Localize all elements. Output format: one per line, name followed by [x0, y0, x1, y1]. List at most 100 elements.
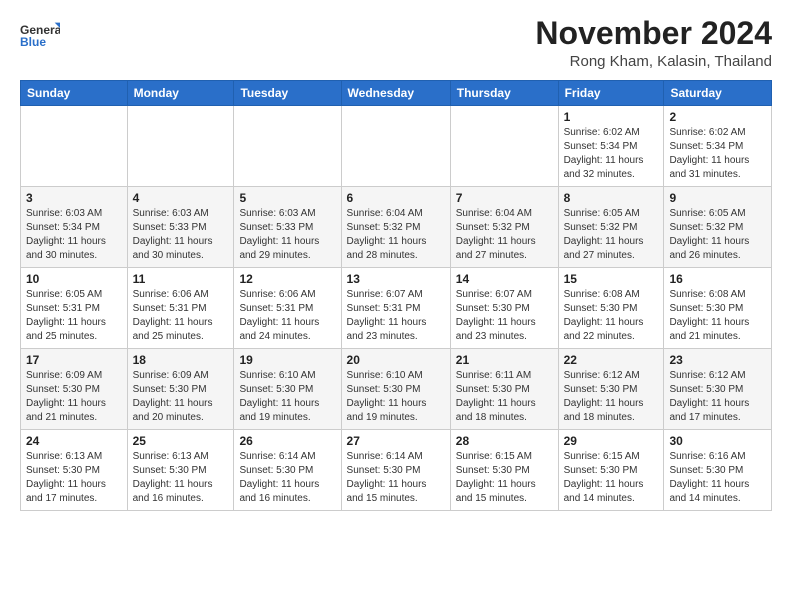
day-info: Sunrise: 6:11 AM Sunset: 5:30 PM Dayligh…	[456, 369, 553, 425]
header: General Blue November 2024 Rong Kham, Ka…	[20, 16, 772, 70]
day-info: Sunrise: 6:09 AM Sunset: 5:30 PM Dayligh…	[133, 369, 229, 425]
calendar-cell: 15 Sunrise: 6:08 AM Sunset: 5:30 PM Dayli…	[558, 268, 664, 349]
day-number: 2	[669, 110, 766, 124]
calendar-cell: 4Sunrise: 6:03 AM Sunset: 5:33 PM Daylig…	[127, 187, 234, 268]
day-number: 1	[564, 110, 659, 124]
day-number: 10	[26, 272, 122, 286]
day-number: 7	[456, 191, 553, 205]
calendar-cell: 9 Sunrise: 6:05 AM Sunset: 5:32 PM Daylig…	[664, 187, 772, 268]
day-info: Sunrise: 6:15 AM Sunset: 5:30 PM Dayligh…	[564, 450, 659, 506]
calendar-cell: 17 Sunrise: 6:09 AM Sunset: 5:30 PM Dayli…	[21, 349, 128, 430]
day-info: Sunrise: 6:04 AM Sunset: 5:32 PM Dayligh…	[347, 207, 445, 263]
day-info: Sunrise: 6:05 AM Sunset: 5:32 PM Dayligh…	[564, 207, 659, 263]
day-info: Sunrise: 6:14 AM Sunset: 5:30 PM Dayligh…	[239, 450, 335, 506]
week-row-4: 17 Sunrise: 6:09 AM Sunset: 5:30 PM Dayli…	[21, 349, 772, 430]
day-number: 18	[133, 353, 229, 367]
title-block: November 2024 Rong Kham, Kalasin, Thaila…	[535, 16, 772, 70]
calendar-cell: 22 Sunrise: 6:12 AM Sunset: 5:30 PM Dayli…	[558, 349, 664, 430]
weekday-wednesday: Wednesday	[341, 81, 450, 106]
logo: General Blue	[20, 16, 66, 61]
calendar-cell: 19Sunrise: 6:10 AM Sunset: 5:30 PM Dayli…	[234, 349, 341, 430]
day-info: Sunrise: 6:12 AM Sunset: 5:30 PM Dayligh…	[564, 369, 659, 425]
day-number: 30	[669, 434, 766, 448]
svg-text:Blue: Blue	[20, 35, 46, 49]
day-info: Sunrise: 6:05 AM Sunset: 5:31 PM Dayligh…	[26, 288, 122, 344]
calendar-cell: 6 Sunrise: 6:04 AM Sunset: 5:32 PM Daylig…	[341, 187, 450, 268]
month-title: November 2024	[535, 16, 772, 51]
weekday-thursday: Thursday	[450, 81, 558, 106]
day-number: 9	[669, 191, 766, 205]
calendar-cell: 23 Sunrise: 6:12 AM Sunset: 5:30 PM Dayli…	[664, 349, 772, 430]
calendar-cell: 26 Sunrise: 6:14 AM Sunset: 5:30 PM Dayli…	[234, 430, 341, 511]
weekday-tuesday: Tuesday	[234, 81, 341, 106]
day-number: 19	[239, 353, 335, 367]
day-number: 26	[239, 434, 335, 448]
calendar-cell: 16Sunrise: 6:08 AM Sunset: 5:30 PM Dayli…	[664, 268, 772, 349]
day-info: Sunrise: 6:16 AM Sunset: 5:30 PM Dayligh…	[669, 450, 766, 506]
day-info: Sunrise: 6:08 AM Sunset: 5:30 PM Dayligh…	[564, 288, 659, 344]
day-info: Sunrise: 6:02 AM Sunset: 5:34 PM Dayligh…	[564, 126, 659, 182]
day-number: 24	[26, 434, 122, 448]
day-number: 27	[347, 434, 445, 448]
calendar-cell: 18 Sunrise: 6:09 AM Sunset: 5:30 PM Dayli…	[127, 349, 234, 430]
calendar-cell	[127, 106, 234, 187]
day-number: 23	[669, 353, 766, 367]
day-number: 4	[133, 191, 229, 205]
day-number: 13	[347, 272, 445, 286]
day-info: Sunrise: 6:06 AM Sunset: 5:31 PM Dayligh…	[133, 288, 229, 344]
calendar-cell: 2 Sunrise: 6:02 AM Sunset: 5:34 PM Daylig…	[664, 106, 772, 187]
calendar-cell	[450, 106, 558, 187]
calendar-header: SundayMondayTuesdayWednesdayThursdayFrid…	[21, 81, 772, 106]
day-number: 14	[456, 272, 553, 286]
weekday-saturday: Saturday	[664, 81, 772, 106]
calendar-cell: 27 Sunrise: 6:14 AM Sunset: 5:30 PM Dayli…	[341, 430, 450, 511]
day-info: Sunrise: 6:07 AM Sunset: 5:30 PM Dayligh…	[456, 288, 553, 344]
weekday-header-row: SundayMondayTuesdayWednesdayThursdayFrid…	[21, 81, 772, 106]
day-info: Sunrise: 6:09 AM Sunset: 5:30 PM Dayligh…	[26, 369, 122, 425]
day-info: Sunrise: 6:10 AM Sunset: 5:30 PM Dayligh…	[347, 369, 445, 425]
page: General Blue November 2024 Rong Kham, Ka…	[0, 0, 792, 521]
calendar-cell: 8 Sunrise: 6:05 AM Sunset: 5:32 PM Daylig…	[558, 187, 664, 268]
day-info: Sunrise: 6:06 AM Sunset: 5:31 PM Dayligh…	[239, 288, 335, 344]
day-number: 22	[564, 353, 659, 367]
day-number: 5	[239, 191, 335, 205]
day-number: 11	[133, 272, 229, 286]
day-number: 6	[347, 191, 445, 205]
calendar-cell: 20Sunrise: 6:10 AM Sunset: 5:30 PM Dayli…	[341, 349, 450, 430]
calendar-cell: 29Sunrise: 6:15 AM Sunset: 5:30 PM Dayli…	[558, 430, 664, 511]
day-info: Sunrise: 6:07 AM Sunset: 5:31 PM Dayligh…	[347, 288, 445, 344]
calendar-cell: 21Sunrise: 6:11 AM Sunset: 5:30 PM Dayli…	[450, 349, 558, 430]
day-info: Sunrise: 6:12 AM Sunset: 5:30 PM Dayligh…	[669, 369, 766, 425]
calendar-cell: 11 Sunrise: 6:06 AM Sunset: 5:31 PM Dayli…	[127, 268, 234, 349]
day-number: 15	[564, 272, 659, 286]
day-info: Sunrise: 6:14 AM Sunset: 5:30 PM Dayligh…	[347, 450, 445, 506]
day-info: Sunrise: 6:13 AM Sunset: 5:30 PM Dayligh…	[133, 450, 229, 506]
day-number: 17	[26, 353, 122, 367]
week-row-5: 24 Sunrise: 6:13 AM Sunset: 5:30 PM Dayli…	[21, 430, 772, 511]
day-number: 3	[26, 191, 122, 205]
calendar-body: 1 Sunrise: 6:02 AM Sunset: 5:34 PM Daylig…	[21, 106, 772, 511]
day-number: 8	[564, 191, 659, 205]
day-info: Sunrise: 6:13 AM Sunset: 5:30 PM Dayligh…	[26, 450, 122, 506]
day-number: 28	[456, 434, 553, 448]
day-info: Sunrise: 6:05 AM Sunset: 5:32 PM Dayligh…	[669, 207, 766, 263]
day-info: Sunrise: 6:08 AM Sunset: 5:30 PM Dayligh…	[669, 288, 766, 344]
week-row-1: 1 Sunrise: 6:02 AM Sunset: 5:34 PM Daylig…	[21, 106, 772, 187]
calendar-cell: 24 Sunrise: 6:13 AM Sunset: 5:30 PM Dayli…	[21, 430, 128, 511]
day-info: Sunrise: 6:15 AM Sunset: 5:30 PM Dayligh…	[456, 450, 553, 506]
calendar-cell: 25Sunrise: 6:13 AM Sunset: 5:30 PM Dayli…	[127, 430, 234, 511]
calendar-cell: 7Sunrise: 6:04 AM Sunset: 5:32 PM Daylig…	[450, 187, 558, 268]
calendar-cell: 14 Sunrise: 6:07 AM Sunset: 5:30 PM Dayli…	[450, 268, 558, 349]
calendar-cell	[21, 106, 128, 187]
week-row-2: 3Sunrise: 6:03 AM Sunset: 5:34 PM Daylig…	[21, 187, 772, 268]
calendar-cell: 1 Sunrise: 6:02 AM Sunset: 5:34 PM Daylig…	[558, 106, 664, 187]
weekday-monday: Monday	[127, 81, 234, 106]
day-info: Sunrise: 6:02 AM Sunset: 5:34 PM Dayligh…	[669, 126, 766, 182]
location: Rong Kham, Kalasin, Thailand	[535, 53, 772, 70]
calendar-cell	[341, 106, 450, 187]
calendar-cell: 10 Sunrise: 6:05 AM Sunset: 5:31 PM Dayli…	[21, 268, 128, 349]
logo-svg: General Blue	[20, 16, 60, 61]
calendar: SundayMondayTuesdayWednesdayThursdayFrid…	[20, 80, 772, 511]
day-info: Sunrise: 6:03 AM Sunset: 5:33 PM Dayligh…	[239, 207, 335, 263]
week-row-3: 10 Sunrise: 6:05 AM Sunset: 5:31 PM Dayli…	[21, 268, 772, 349]
